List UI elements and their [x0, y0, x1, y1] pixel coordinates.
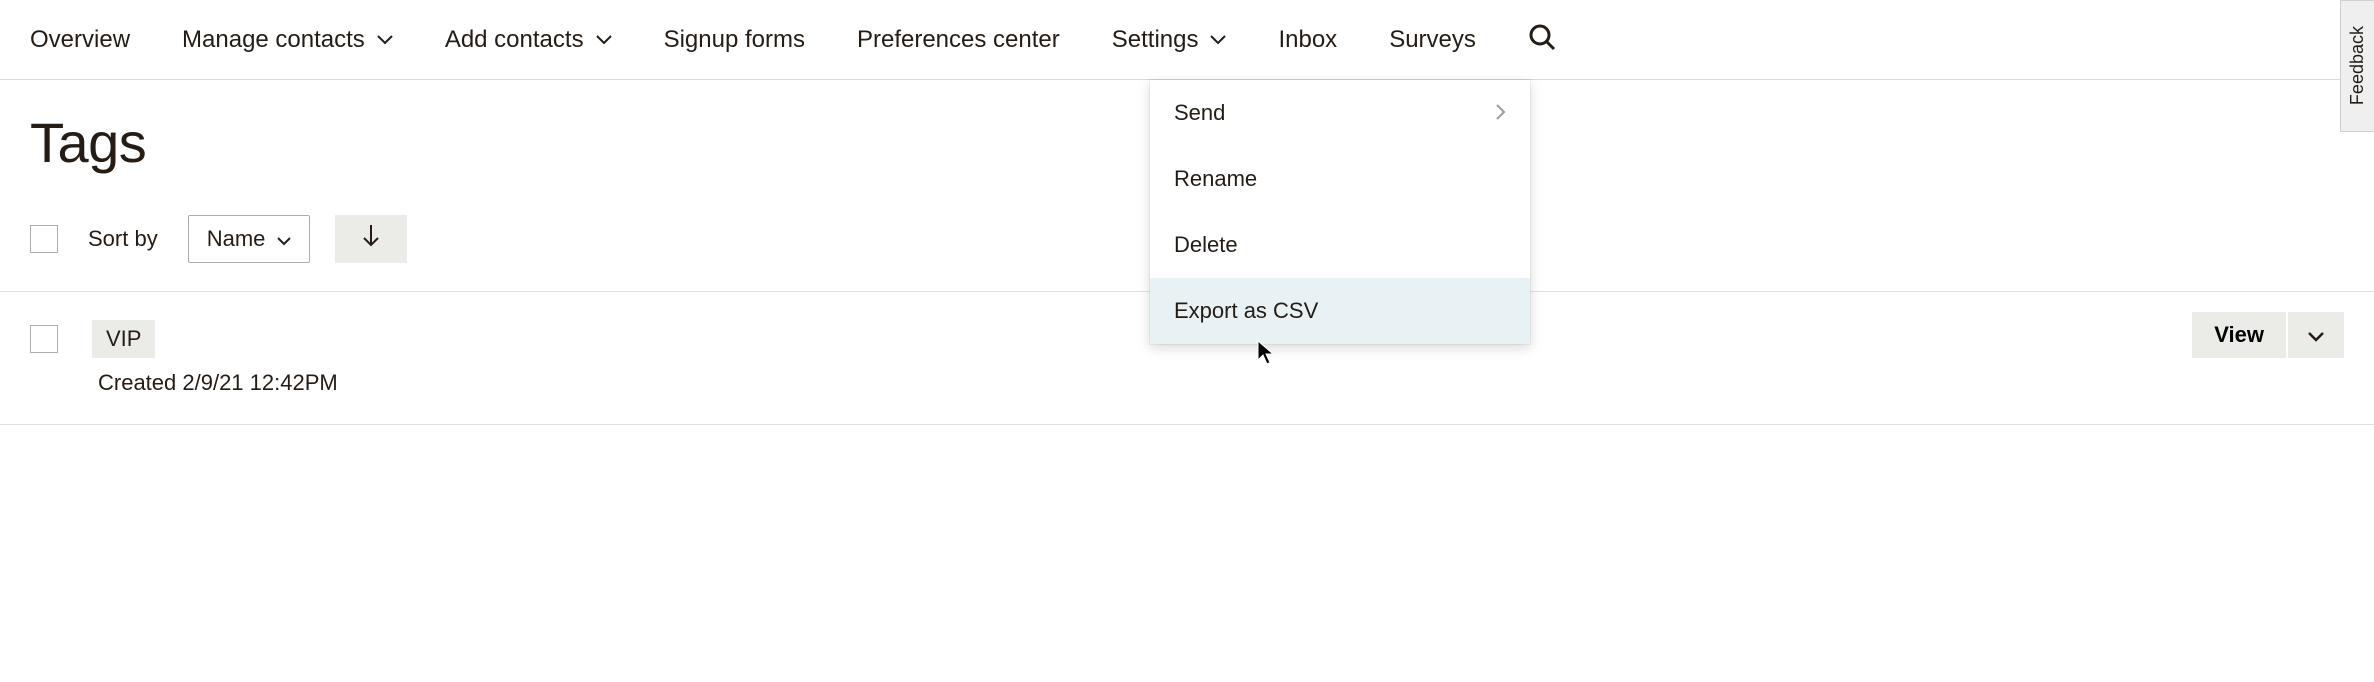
menu-item-export-csv[interactable]: Export as CSV	[1150, 278, 1530, 344]
nav-inbox[interactable]: Inbox	[1278, 26, 1337, 54]
sort-by-label: Sort by	[88, 226, 158, 252]
nav-inbox-label: Inbox	[1278, 26, 1337, 54]
chevron-down-icon	[277, 226, 291, 252]
chevron-down-icon	[377, 35, 393, 45]
chevron-down-icon	[1210, 35, 1226, 45]
nav-surveys[interactable]: Surveys	[1389, 26, 1476, 54]
nav-manage-contacts[interactable]: Manage contacts	[182, 26, 393, 54]
chevron-down-icon	[596, 35, 612, 45]
feedback-label: Feedback	[2347, 26, 2368, 105]
nav-signup-forms[interactable]: Signup forms	[664, 26, 805, 54]
nav-signup-forms-label: Signup forms	[664, 26, 805, 54]
sort-direction-button[interactable]	[335, 215, 407, 263]
tag-name-chip[interactable]: VIP	[92, 320, 155, 358]
row-more-button[interactable]	[2288, 312, 2344, 358]
nav-manage-contacts-label: Manage contacts	[182, 26, 365, 54]
sort-field-select[interactable]: Name	[188, 215, 311, 263]
nav-settings-label: Settings	[1112, 26, 1199, 54]
nav-preferences-center[interactable]: Preferences center	[857, 26, 1060, 54]
row-checkbox[interactable]	[30, 325, 58, 353]
menu-item-send[interactable]: Send	[1150, 80, 1530, 146]
menu-item-rename-label: Rename	[1174, 166, 1257, 192]
menu-item-rename[interactable]: Rename	[1150, 146, 1530, 212]
nav-surveys-label: Surveys	[1389, 26, 1476, 54]
sort-field-value: Name	[207, 226, 266, 252]
nav-overview[interactable]: Overview	[30, 26, 130, 54]
menu-item-delete-label: Delete	[1174, 232, 1238, 258]
chevron-down-icon	[2308, 322, 2324, 348]
nav-settings[interactable]: Settings	[1112, 26, 1227, 54]
actions-dropdown: Send Rename Delete Export as CSV	[1150, 80, 1530, 344]
nav-preferences-center-label: Preferences center	[857, 26, 1060, 54]
tag-created-label: Created 2/9/21 12:42PM	[98, 370, 2344, 396]
select-all-checkbox[interactable]	[30, 225, 58, 253]
search-button[interactable]	[1528, 23, 1556, 57]
menu-item-send-label: Send	[1174, 100, 1225, 126]
feedback-tab[interactable]: Feedback	[2340, 0, 2374, 132]
menu-item-export-csv-label: Export as CSV	[1174, 298, 1318, 324]
nav-add-contacts-label: Add contacts	[445, 26, 584, 54]
nav-overview-label: Overview	[30, 26, 130, 54]
menu-item-delete[interactable]: Delete	[1150, 212, 1530, 278]
view-button[interactable]: View	[2192, 312, 2286, 358]
top-nav: Overview Manage contacts Add contacts Si…	[0, 0, 2374, 80]
row-actions: View	[2192, 312, 2344, 358]
search-icon	[1528, 23, 1556, 57]
arrow-down-icon	[362, 224, 380, 254]
chevron-right-icon	[1496, 100, 1506, 126]
nav-add-contacts[interactable]: Add contacts	[445, 26, 612, 54]
